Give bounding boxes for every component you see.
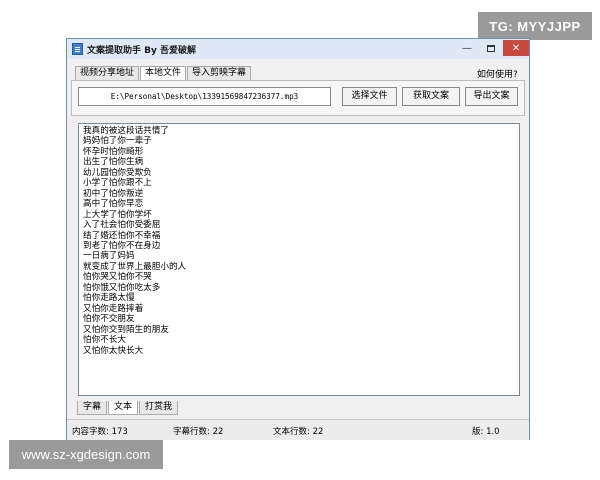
content-line: 入了社会怕你受委屈 — [83, 220, 161, 231]
content-line: 怕你不长大 — [83, 335, 126, 346]
window-title: 文案提取助手 By 吾爱破解 — [87, 46, 196, 56]
tab-donate[interactable]: 打赏我 — [139, 401, 179, 415]
file-path-field[interactable]: E:\Personal\Desktop\13391569847236377.mp… — [78, 87, 331, 106]
help-link[interactable]: 如何使用? — [477, 67, 518, 80]
content-line: 怀孕时怕你畸形 — [83, 146, 144, 157]
content-line: 结了婚还怕你不幸福 — [83, 230, 161, 241]
export-text-button[interactable]: 导出文案 — [465, 87, 518, 106]
tab-import-jianying[interactable]: 导入剪映字幕 — [187, 66, 252, 81]
content-line: 到老了怕你不在身边 — [83, 240, 161, 251]
minimize-button[interactable]: — — [455, 40, 479, 56]
app-icon — [72, 43, 83, 55]
content-line: 又怕你交到陌生的朋友 — [83, 324, 169, 335]
content-line: 初中了怕你叛逆 — [83, 188, 144, 199]
select-file-button[interactable]: 选择文件 — [342, 87, 397, 106]
content-line: 怕你饿又怕你吃太多 — [83, 282, 161, 293]
watermark-bottom: www.sz-xgdesign.com — [9, 440, 163, 469]
content-line: 出生了怕你生病 — [83, 157, 144, 168]
tab-share-url[interactable]: 视频分享地址 — [75, 66, 140, 81]
content-line: 怕你哭又怕你不哭 — [83, 272, 152, 283]
content-textarea[interactable]: 我真的被这段话共情了 妈妈怕了你一辈子 怀孕时怕你畸形 出生了怕你生病 幼儿园怕… — [78, 123, 520, 396]
status-text-lines: 文本行数: 22 — [273, 427, 324, 437]
status-bar: 内容字数: 173 字幕行数: 22 文本行数: 22 版: 1.0 — [67, 419, 529, 440]
tab-text[interactable]: 文本 — [108, 401, 139, 415]
status-version: 版: 1.0 — [472, 427, 500, 437]
status-subtitle-lines: 字幕行数: 22 — [173, 427, 224, 437]
bottom-tab-strip: 字幕 文本 打赏我 — [77, 401, 179, 415]
close-button[interactable]: ✕ — [503, 40, 529, 56]
status-char-count: 内容字数: 173 — [72, 427, 128, 437]
content-line: 怕你不交朋友 — [83, 314, 135, 325]
app-window: 文案提取助手 By 吾爱破解 — ✕ 视频分享地址 本地文件 导入剪映字幕 如何… — [66, 38, 530, 440]
watermark-top: TG: MYYJJPP — [478, 12, 592, 40]
content-line: 高中了怕你早恋 — [83, 199, 144, 210]
content-line: 上大学了怕你学坏 — [83, 209, 152, 220]
content-line: 幼儿园怕你受欺负 — [83, 167, 152, 178]
content-line: 妈妈怕了你一辈子 — [83, 136, 152, 147]
maximize-icon — [487, 44, 495, 52]
tab-subtitle[interactable]: 字幕 — [77, 401, 108, 415]
content-line: 一日病了妈妈 — [83, 251, 135, 262]
content-line: 怕你走路太慢 — [83, 293, 135, 304]
top-tab-strip: 视频分享地址 本地文件 导入剪映字幕 — [75, 66, 252, 81]
title-bar[interactable]: 文案提取助手 By 吾爱破解 — ✕ — [67, 39, 529, 59]
content-line: 就变成了世界上最胆小的人 — [83, 261, 187, 272]
tab-local-file[interactable]: 本地文件 — [140, 66, 187, 81]
content-line: 我真的被这段话共情了 — [83, 126, 169, 136]
get-text-button[interactable]: 获取文案 — [402, 87, 460, 106]
content-line: 又怕你太快长大 — [83, 345, 144, 356]
content-line: 小学了怕你跟不上 — [83, 178, 152, 189]
maximize-button[interactable] — [479, 40, 503, 56]
content-line: 又怕你走路摔着 — [83, 303, 144, 314]
